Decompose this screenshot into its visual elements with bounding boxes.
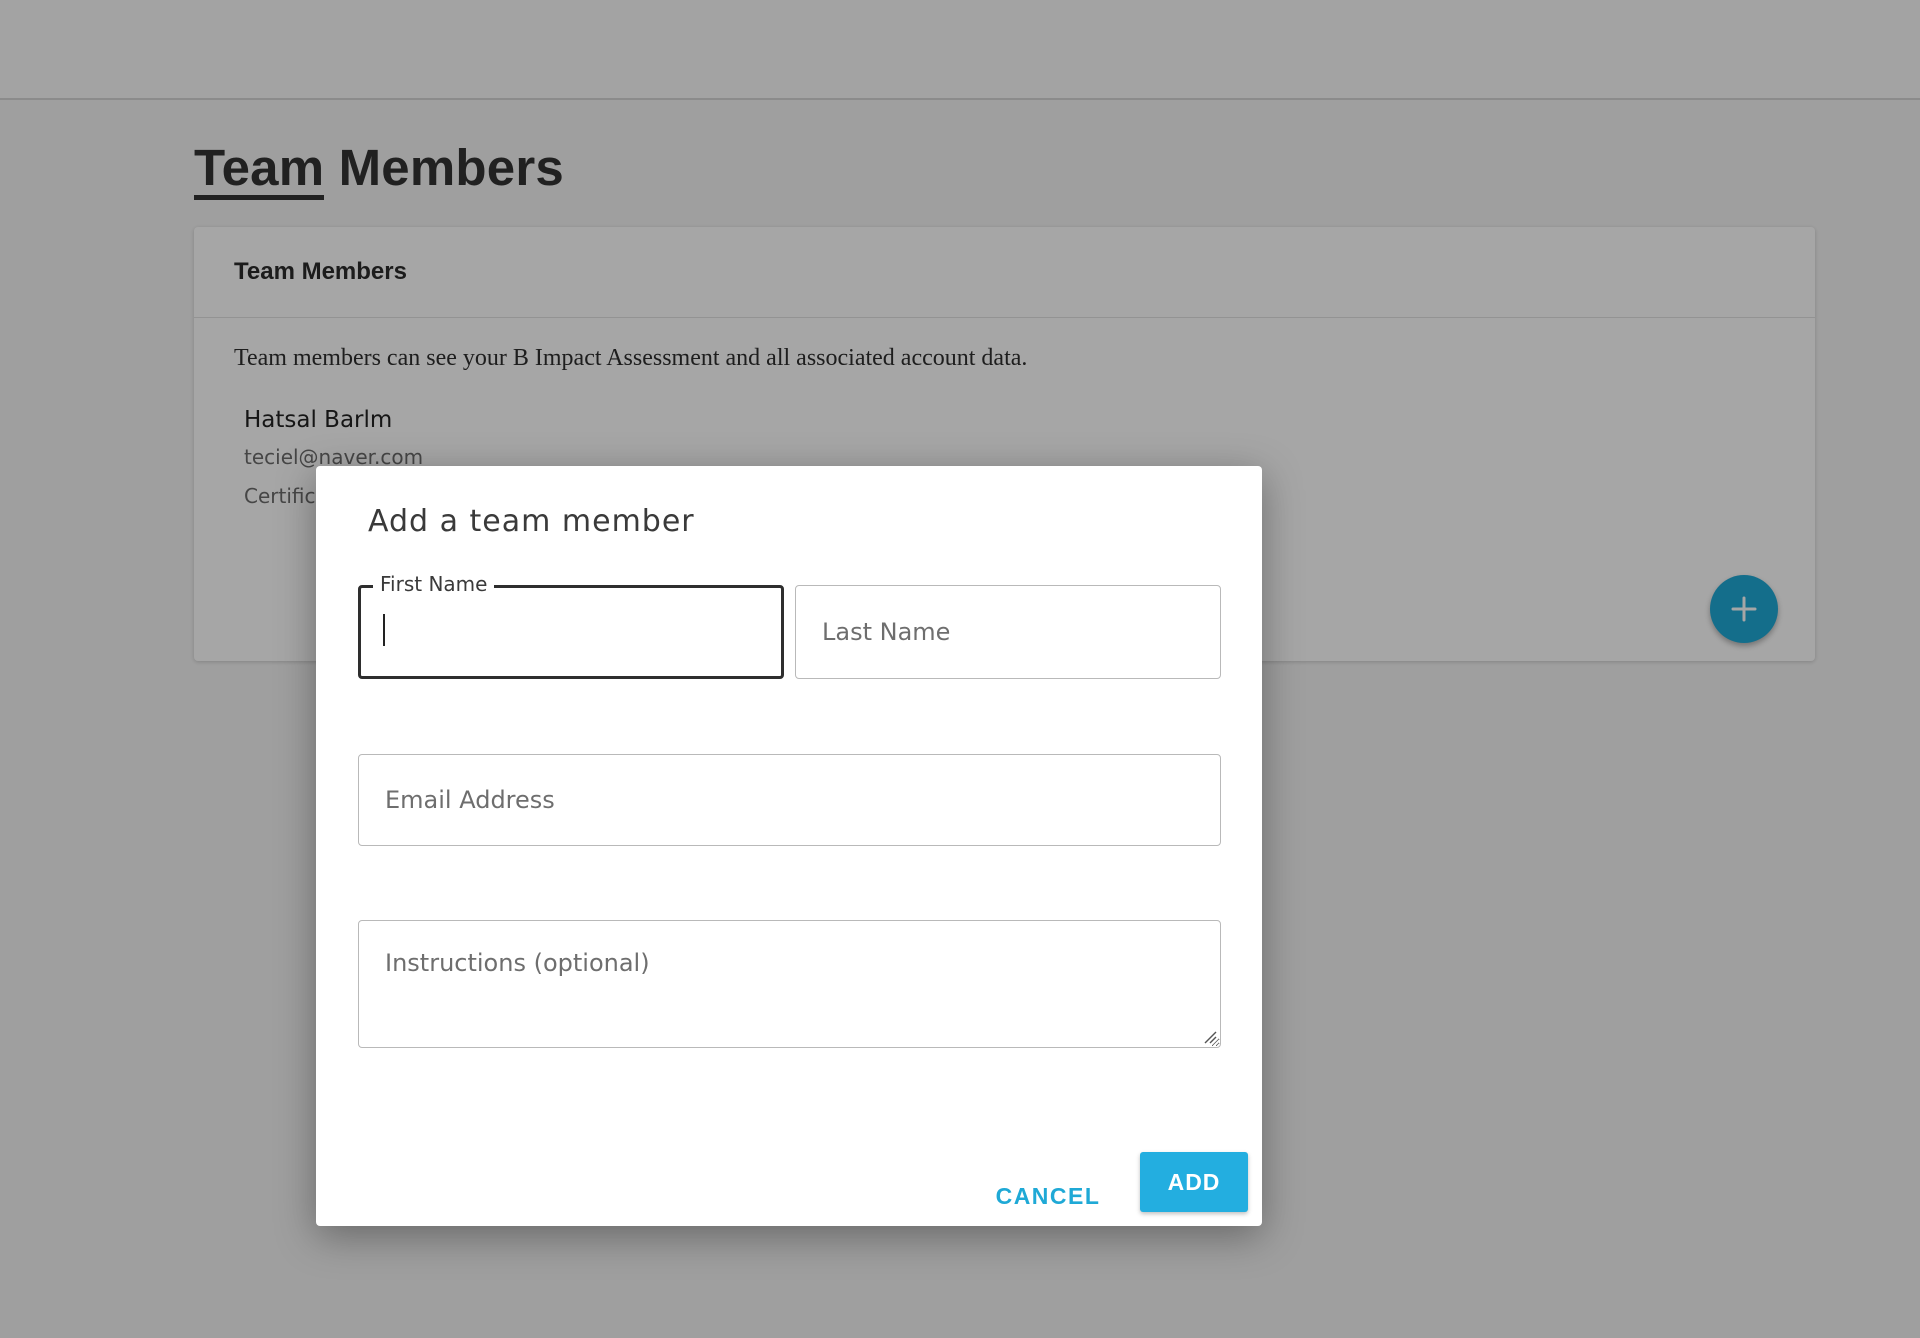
instructions-field[interactable] [358,920,1221,1048]
email-field[interactable] [358,754,1221,846]
first-name-input[interactable] [361,588,781,676]
add-button[interactable]: ADD [1140,1152,1248,1212]
resize-handle-icon[interactable] [1203,1030,1217,1044]
add-team-member-dialog: Add a team member First Name CANCEL ADD [316,466,1262,1226]
dialog-title: Add a team member [368,504,695,539]
cancel-button[interactable]: CANCEL [988,1168,1108,1224]
first-name-field[interactable]: First Name [358,570,784,679]
text-cursor [383,614,385,646]
last-name-input[interactable] [796,586,1220,678]
email-input[interactable] [359,755,1220,845]
last-name-field[interactable] [795,585,1221,679]
instructions-textarea[interactable] [359,921,1220,1047]
